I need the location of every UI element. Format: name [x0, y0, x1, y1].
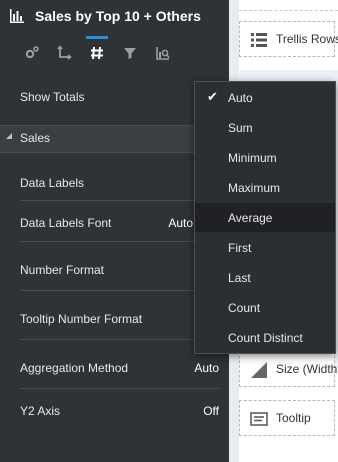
divider: [20, 241, 219, 242]
tab-axis[interactable]: [51, 40, 77, 66]
section-sales-label: Sales: [20, 131, 51, 145]
menu-item-label: Auto: [228, 91, 253, 105]
drop-target-size[interactable]: Size (Width: [239, 351, 338, 387]
menu-item-auto[interactable]: ✔ Auto: [195, 83, 335, 112]
values-icon: [91, 46, 103, 60]
tooltip-number-format-label: Tooltip Number Format: [20, 312, 143, 326]
data-labels-label: Data Labels: [20, 176, 85, 190]
divider: [20, 339, 219, 340]
aggregation-method-value[interactable]: Auto: [194, 361, 219, 375]
size-icon: [251, 362, 267, 378]
divider: [20, 290, 219, 291]
menu-item-average[interactable]: Average: [195, 203, 335, 232]
menu-item-label: Sum: [228, 121, 253, 135]
tooltip-label: Tooltip: [276, 411, 311, 425]
divider: [20, 388, 219, 389]
aggregation-dropdown-menu: ✔ Auto Sum Minimum Maximum Average First…: [194, 81, 336, 354]
drop-target-tooltip[interactable]: Tooltip: [239, 400, 335, 436]
tab-values[interactable]: [84, 36, 110, 66]
axis-icon: [57, 45, 72, 60]
aggregation-method-label: Aggregation Method: [20, 361, 129, 375]
menu-item-first[interactable]: First: [195, 233, 335, 262]
drop-target-top[interactable]: [239, 0, 338, 11]
check-icon: ✔: [207, 89, 218, 104]
tab-general[interactable]: [19, 40, 45, 66]
general-icon: [25, 46, 39, 59]
menu-item-label: First: [228, 241, 252, 255]
show-totals-label: Show Totals: [20, 90, 85, 104]
number-format-label: Number Format: [20, 263, 105, 277]
trellis-rows-label: Trellis Rows: [276, 32, 338, 46]
filter-icon: [124, 48, 136, 59]
drop-target-trellis-rows[interactable]: Trellis Rows: [239, 21, 338, 57]
menu-item-label: Maximum: [228, 181, 281, 195]
menu-item-label: Count: [228, 301, 261, 315]
rows-icon: [251, 33, 267, 47]
panel-title: Sales by Top 10 + Others: [35, 8, 201, 24]
size-label: Size (Width: [276, 362, 338, 376]
menu-item-last[interactable]: Last: [195, 263, 335, 292]
tooltip-icon: [250, 412, 268, 426]
bar-chart-icon: [10, 9, 24, 23]
y2-axis-value[interactable]: Off: [203, 404, 219, 418]
menu-item-count-distinct[interactable]: Count Distinct: [195, 323, 335, 352]
data-labels-font-label: Data Labels Font: [20, 216, 112, 230]
menu-item-sum[interactable]: Sum: [195, 113, 335, 142]
panel-header: Sales by Top 10 + Others: [0, 0, 229, 33]
menu-item-label: Minimum: [228, 151, 277, 165]
menu-item-label: Count Distinct: [228, 331, 303, 345]
collapse-caret-icon: [6, 133, 12, 139]
menu-item-label: Last: [228, 271, 251, 285]
menu-item-minimum[interactable]: Minimum: [195, 143, 335, 172]
menu-item-label: Average: [228, 211, 273, 225]
y2-axis-label: Y2 Axis: [20, 404, 61, 418]
menu-item-count[interactable]: Count: [195, 293, 335, 322]
tab-analytics[interactable]: [150, 40, 176, 66]
divider: [20, 200, 219, 201]
analytics-icon: [156, 47, 170, 60]
menu-item-maximum[interactable]: Maximum: [195, 173, 335, 202]
tab-filter[interactable]: [117, 40, 143, 66]
properties-toolbar: [0, 36, 229, 70]
data-labels-font-value[interactable]: Auto: [168, 216, 193, 230]
